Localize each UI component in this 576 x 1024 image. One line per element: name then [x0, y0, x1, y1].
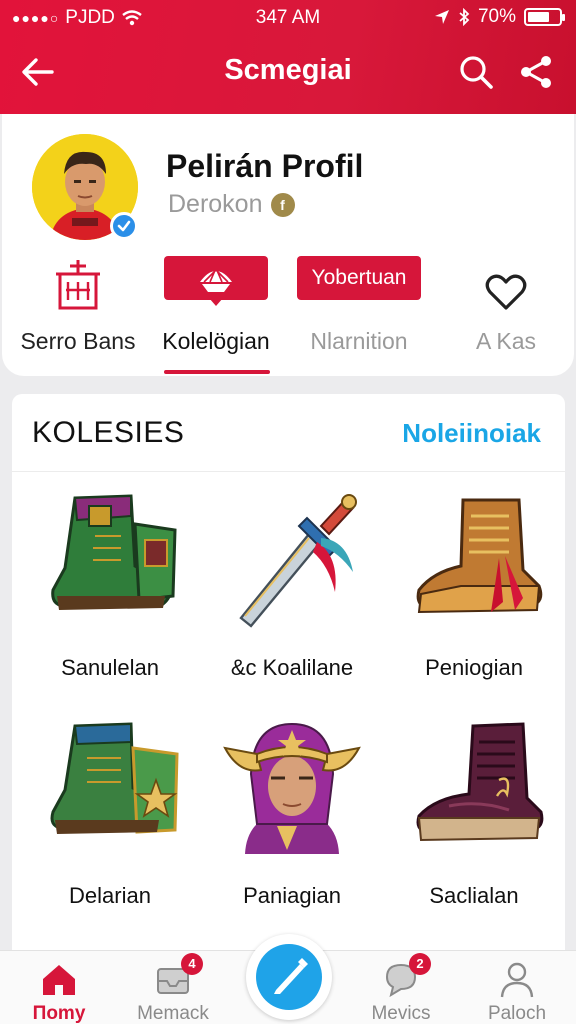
profile-subtitle: Derokon f [168, 190, 295, 219]
coin-icon: f [270, 192, 295, 217]
tab-label: Serro Bans [20, 328, 136, 354]
tab-kolelogian[interactable]: Kolelögian [152, 256, 280, 374]
pen-icon [274, 958, 308, 994]
item-label: Paniagian [243, 883, 341, 908]
location-icon [434, 10, 449, 24]
item-label: Peniogian [425, 655, 523, 680]
tab-label: Kolelögian [162, 328, 270, 354]
nav-label: Mevics [371, 1003, 431, 1024]
search-icon[interactable] [458, 54, 494, 90]
collection-item[interactable]: Saclialan [384, 714, 564, 909]
nav-item-home[interactable]: Πomy [4, 959, 114, 1024]
collection-link[interactable]: Noleiinoiak [402, 418, 541, 449]
collection-item[interactable]: Peniogian [384, 486, 564, 681]
profile-card: Pelirán Profil Derokon f Serro Bans Kole… [2, 114, 574, 376]
brown-boot-icon [416, 498, 543, 614]
helmet-portrait-icon [223, 722, 361, 854]
collection-item[interactable]: Paniagian [202, 714, 382, 909]
item-label: Delarian [69, 883, 151, 908]
share-icon[interactable] [518, 54, 554, 90]
bluetooth-icon [459, 8, 470, 26]
nav-label: Memack [137, 1003, 209, 1024]
item-label: Saclialan [429, 883, 519, 908]
battery-percent: 70% [477, 6, 516, 27]
tab-serro-bans[interactable]: Serro Bans [16, 256, 140, 354]
profile-name: Pelirán Profil [166, 148, 364, 184]
tab-nlarnition[interactable]: Yobertuan Nlarnition [286, 256, 432, 354]
nav-label: Πomy [32, 1003, 86, 1024]
nav-item-paloch[interactable]: Paloch [462, 959, 572, 1024]
crown-fan-button[interactable] [164, 256, 268, 306]
crown-fan-icon [200, 267, 232, 292]
person-icon [497, 959, 537, 999]
purple-boot-icon [416, 722, 544, 842]
collection-header: KOLESIES Noleiinoiak [12, 394, 565, 472]
app-header: ●●●●○ PJDD 347 AM 70% Scmegiai [0, 0, 576, 114]
nav-bar: Scmegiai [0, 36, 576, 108]
notification-badge: 4 [181, 953, 203, 975]
building-icon [56, 260, 100, 310]
tab-a-kas[interactable]: A Kas [444, 256, 568, 354]
notification-badge: 2 [409, 953, 431, 975]
nav-item-mevics[interactable]: 2 Mevics [346, 953, 456, 1024]
heart-icon [485, 274, 527, 310]
collection-item[interactable]: Delarian [20, 714, 200, 909]
collection-card: KOLESIES Noleiinoiak Sanulelan &c Koalil… [12, 394, 565, 954]
item-label: Sanulelan [61, 655, 159, 680]
collection-item[interactable]: Sanulelan [20, 486, 200, 681]
active-tab-indicator [164, 370, 270, 374]
collection-item[interactable]: &c Koalilane [202, 486, 382, 681]
status-bar: ●●●●○ PJDD 347 AM 70% [0, 0, 576, 36]
chat-icon: 2 [381, 953, 431, 999]
nav-label: Paloch [487, 1003, 547, 1024]
green-boot-icon [51, 494, 177, 610]
yobertuan-button[interactable]: Yobertuan [297, 256, 421, 300]
verified-badge-icon [110, 212, 138, 240]
inbox-icon: 4 [153, 953, 203, 999]
compose-button[interactable] [246, 934, 332, 1020]
battery-icon [524, 8, 565, 26]
star-boot-icon [50, 722, 179, 834]
profile-subtitle-text: Derokon [168, 190, 263, 218]
item-label: &c Koalilane [230, 655, 354, 680]
sword-icon [239, 494, 357, 628]
tab-label: Nlarnition [310, 328, 408, 354]
collection-title: KOLESIES [32, 416, 185, 449]
home-icon [39, 959, 79, 999]
tab-label: A Kas [475, 328, 537, 354]
nav-item-memack[interactable]: 4 Memack [118, 953, 228, 1024]
